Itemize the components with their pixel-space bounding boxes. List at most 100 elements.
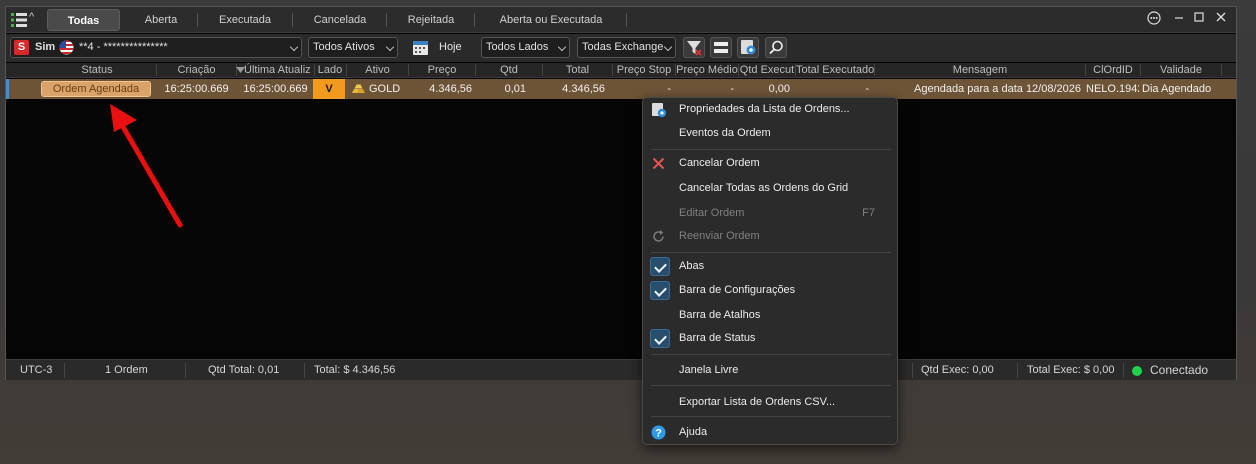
side-filter-value: Todos Lados <box>486 41 549 53</box>
tab-executada[interactable]: Executada <box>199 9 291 31</box>
menu-item-resend-order: Reenviar Ordem <box>643 225 897 248</box>
menu-item-tabs[interactable]: Abas <box>643 255 897 278</box>
svg-text:?: ? <box>655 428 662 440</box>
tab-aberta[interactable]: Aberta <box>124 9 198 31</box>
tab-divider <box>386 13 387 27</box>
status-divider <box>1123 363 1124 378</box>
menu-item-status-bar[interactable]: Barra de Status <box>643 327 897 350</box>
clear-filter-button[interactable] <box>683 37 705 58</box>
col-qtd[interactable]: Qtd <box>476 63 542 78</box>
status-divider <box>1017 363 1018 378</box>
order-grid-header: Status Criação Última Atualiz Lado Ativo… <box>6 63 1236 78</box>
menu-divider <box>651 149 891 150</box>
properties-icon <box>652 103 667 118</box>
status-divider <box>912 363 913 378</box>
cell-criacao: 16:25:00.669 <box>164 83 229 95</box>
menu-divider <box>651 354 891 355</box>
col-criacao[interactable]: Criação <box>157 63 236 78</box>
col-total[interactable]: Total <box>543 63 612 78</box>
layout-button[interactable] <box>710 37 732 58</box>
search-icon <box>769 40 783 55</box>
col-ativo[interactable]: Ativo <box>347 63 408 78</box>
menu-item-shortcut-bar[interactable]: Barra de Atalhos <box>643 304 897 327</box>
calendar-icon[interactable] <box>412 39 429 56</box>
col-validade[interactable]: Validade <box>1141 63 1221 78</box>
menu-divider <box>651 252 891 253</box>
menu-item-edit-order: Editar Ordem F7 <box>643 202 897 225</box>
annotation-arrow <box>110 104 183 228</box>
cell-preco-stop: - <box>667 83 671 95</box>
col-divider <box>1221 64 1222 76</box>
side-filter-select[interactable]: Todos Lados <box>481 37 570 58</box>
cell-total: 4.346,56 <box>562 83 605 95</box>
menu-item-properties[interactable]: Propriedades da Lista de Ordens... <box>643 98 897 121</box>
tab-rejeitada[interactable]: Rejeitada <box>388 9 474 31</box>
cell-preco-medio: - <box>730 83 734 95</box>
table-row[interactable]: Ordem Agendada 16:25:00.669 16:25:00.669… <box>6 79 1236 99</box>
filter-clear-icon <box>687 41 702 56</box>
assets-filter-select[interactable]: Todos Ativos <box>308 37 398 58</box>
order-count: 1 Ordem <box>105 364 148 376</box>
cell-mensagem: Agendada para a data 12/08/2026 <box>914 83 1081 95</box>
maximize-icon[interactable] <box>1191 11 1207 27</box>
context-menu: Propriedades da Lista de Ordens... Event… <box>642 97 898 445</box>
chevron-down-icon <box>289 42 299 52</box>
status-divider <box>185 363 186 378</box>
order-list-icon[interactable] <box>11 12 27 28</box>
settings-button[interactable] <box>737 37 759 58</box>
menu-item-config-bar[interactable]: Barra de Configurações <box>643 279 897 302</box>
menu-item-export-csv[interactable]: Exportar Lista de Ordens CSV... <box>643 391 897 414</box>
cell-ultima: 16:25:00.669 <box>243 83 308 95</box>
col-lado[interactable]: Lado <box>315 63 345 78</box>
chevron-down-icon <box>385 42 395 52</box>
status-divider <box>64 363 65 378</box>
col-total-executado[interactable]: Total Executado <box>796 63 874 78</box>
total-exec: Total Exec: $ 0,00 <box>1027 364 1115 376</box>
col-preco-stop[interactable]: Preço Stop <box>613 63 675 78</box>
tab-todas[interactable]: Todas <box>47 9 120 31</box>
menu-item-cancel-all[interactable]: Cancelar Todas as Ordens do Grid <box>643 177 897 200</box>
menu-item-free-window[interactable]: Janela Livre <box>643 359 897 382</box>
col-ultima-atualizacao[interactable]: Última Atualiz <box>244 63 314 78</box>
us-flag-icon <box>59 40 74 55</box>
menu-item-help[interactable]: ? Ajuda <box>643 421 897 444</box>
connected-status-icon <box>1132 366 1142 376</box>
checkbox-checked-icon <box>650 329 670 348</box>
col-status[interactable]: Status <box>39 63 155 78</box>
tab-divider <box>626 13 627 27</box>
col-clordid[interactable]: ClOrdID <box>1086 63 1140 78</box>
tab-divider <box>474 13 475 27</box>
chevron-down-icon <box>557 42 567 52</box>
menu-divider <box>651 416 891 417</box>
account-name: Sim <box>35 41 56 53</box>
col-preco[interactable]: Preço <box>409 63 475 78</box>
minimize-icon[interactable] <box>1171 11 1187 27</box>
close-icon[interactable] <box>1213 11 1229 27</box>
tab-aberta-ou-executada[interactable]: Aberta ou Executada <box>476 9 626 31</box>
cell-total-exec: - <box>865 83 869 95</box>
assets-filter-value: Todos Ativos <box>313 41 375 53</box>
side-badge: V <box>313 79 345 99</box>
more-options-icon[interactable] <box>1146 11 1162 27</box>
qtd-exec: Qtd Exec: 0,00 <box>921 364 994 376</box>
timezone-label: UTC-3 <box>20 364 53 376</box>
tab-cancelada[interactable]: Cancelada <box>294 9 386 31</box>
cell-qtd-exec: 0,00 <box>768 83 790 95</box>
cell-ativo: GOLD <box>369 83 401 95</box>
cancel-x-icon <box>652 157 665 170</box>
menu-item-events[interactable]: Eventos da Ordem <box>643 122 897 145</box>
account-select[interactable]: S Sim **4 - *************** <box>10 37 302 58</box>
tab-divider <box>292 13 293 27</box>
col-mensagem[interactable]: Mensagem <box>875 63 1085 78</box>
col-preco-medio[interactable]: Preço Médio <box>676 63 738 78</box>
cell-preco: 4.346,56 <box>429 83 472 95</box>
search-button[interactable] <box>765 37 787 58</box>
col-qtd-executada[interactable]: Qtd Execut <box>739 63 795 78</box>
gear-icon <box>741 40 756 55</box>
exchange-filter-select[interactable]: Todas Exchange <box>577 37 676 58</box>
chevron-up-icon[interactable]: ^ <box>29 11 34 23</box>
date-filter-label[interactable]: Hoje <box>439 41 462 53</box>
help-icon: ? <box>651 425 666 440</box>
menu-item-cancel-order[interactable]: Cancelar Ordem <box>643 152 897 175</box>
cell-clordid: NELO.194202 <box>1086 83 1139 95</box>
